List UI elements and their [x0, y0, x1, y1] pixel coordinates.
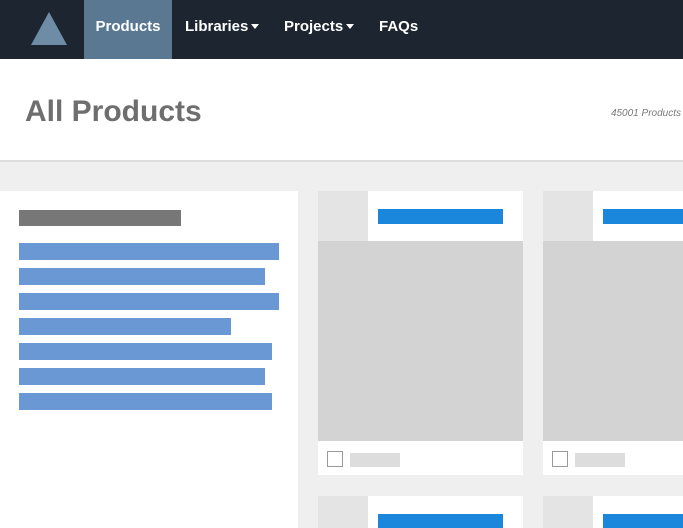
caret-down-icon — [346, 24, 355, 29]
product-card[interactable] — [318, 496, 523, 528]
filter-item-placeholder[interactable] — [19, 243, 279, 260]
nav-item-label: FAQs — [379, 18, 419, 35]
page-title: All Products — [25, 95, 202, 128]
product-image-placeholder[interactable] — [543, 241, 683, 441]
product-select-checkbox[interactable] — [552, 451, 568, 467]
product-count: 45001 Products — [610, 108, 681, 119]
filter-item-placeholder[interactable] — [19, 368, 265, 385]
product-thumbnail-placeholder — [543, 191, 593, 241]
filter-item-placeholder[interactable] — [19, 393, 272, 410]
triangle-logo-icon[interactable] — [31, 12, 67, 45]
product-thumbnail-placeholder — [318, 191, 368, 241]
product-thumbnail-placeholder — [318, 496, 368, 528]
product-title-placeholder[interactable] — [378, 209, 503, 224]
filter-heading-placeholder — [19, 210, 181, 226]
filter-item-placeholder[interactable] — [19, 293, 279, 310]
nav-item-projects[interactable]: Projects — [284, 0, 355, 59]
nav-item-label: Projects — [284, 18, 344, 35]
filter-item-placeholder[interactable] — [19, 268, 265, 285]
product-title-placeholder[interactable] — [378, 514, 503, 528]
nav-item-libraries[interactable]: Libraries — [185, 0, 260, 59]
nav-item-products[interactable]: Products — [84, 0, 172, 59]
filter-item-placeholder[interactable] — [19, 318, 231, 335]
product-title-placeholder[interactable] — [603, 209, 683, 224]
filter-item-placeholder[interactable] — [19, 343, 272, 360]
product-label-placeholder — [350, 453, 400, 467]
nav-item-label: Products — [95, 18, 161, 35]
filter-sidebar — [0, 191, 298, 528]
product-card[interactable] — [543, 191, 683, 475]
product-label-placeholder — [575, 453, 625, 467]
product-select-checkbox[interactable] — [327, 451, 343, 467]
top-navbar: Products Libraries Projects FAQs — [0, 0, 683, 59]
nav-item-label: Libraries — [185, 18, 249, 35]
product-title-placeholder[interactable] — [603, 514, 683, 528]
product-card[interactable] — [318, 191, 523, 475]
nav-item-faqs[interactable]: FAQs — [379, 0, 418, 59]
caret-down-icon — [251, 24, 260, 29]
product-thumbnail-placeholder — [543, 496, 593, 528]
product-card[interactable] — [543, 496, 683, 528]
product-image-placeholder[interactable] — [318, 241, 523, 441]
page-header: All Products 45001 Products — [0, 59, 683, 162]
